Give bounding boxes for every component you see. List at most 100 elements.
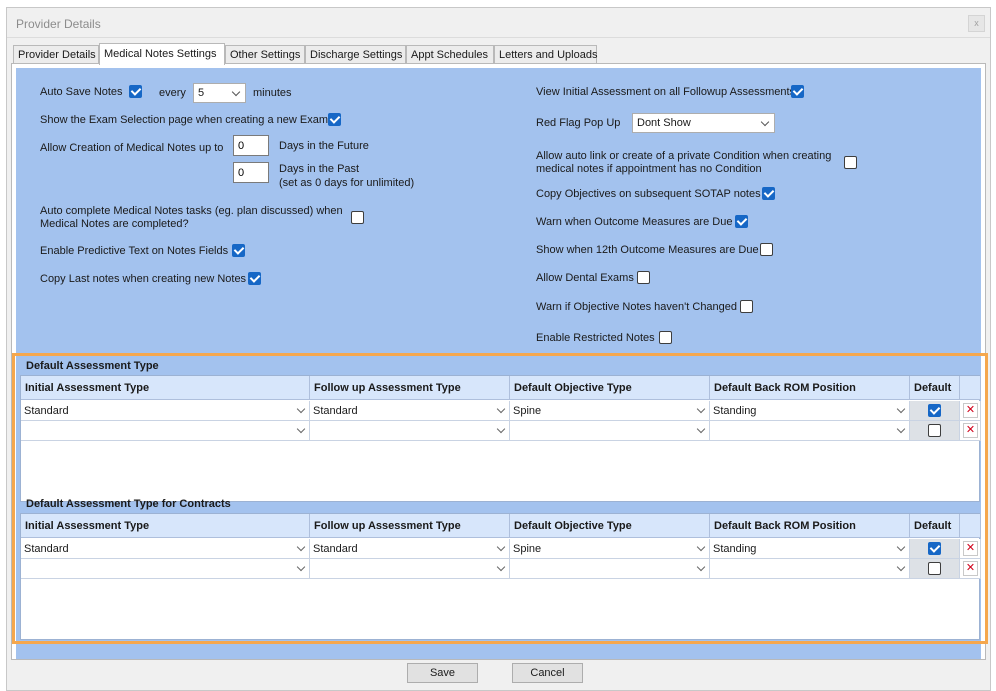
delete-cell: ✕ [960, 559, 981, 579]
chevron-down-icon [496, 562, 506, 572]
delete-column-header [960, 514, 981, 538]
initial-assessment-cell[interactable]: Standard [21, 539, 310, 559]
auto-complete-label-line2: Medical Notes are completed? [40, 218, 189, 230]
delete-cell: ✕ [960, 539, 981, 559]
view-initial-checkbox[interactable] [791, 85, 804, 98]
objective-type-cell[interactable]: Spine [510, 539, 710, 559]
tab-appt-schedules[interactable]: Appt Schedules [406, 45, 494, 64]
tab-discharge-settings[interactable]: Discharge Settings [305, 45, 406, 64]
settings-panel: Auto Save Notes every 5 minutes Show the… [16, 68, 981, 659]
exam-selection-label: Show the Exam Selection page when creati… [40, 114, 328, 126]
auto-save-checkbox[interactable] [129, 85, 142, 98]
cell-value: Standing [713, 405, 757, 417]
save-button[interactable]: Save [407, 663, 478, 683]
copy-last-label: Copy Last notes when creating new Notes [40, 273, 247, 285]
default-checkbox[interactable] [928, 542, 941, 555]
cell-value: Standing [713, 543, 757, 555]
default-cell [910, 539, 960, 559]
auto-save-label: Auto Save Notes [40, 86, 123, 98]
tab-medical-notes-settings[interactable]: Medical Notes Settings [99, 43, 225, 65]
objective-type-cell[interactable]: Spine [510, 401, 710, 421]
chevron-down-icon [296, 562, 306, 572]
copy-objectives-checkbox[interactable] [762, 187, 775, 200]
chevron-down-icon [496, 424, 506, 434]
auto-link-label-line2: medical notes if appointment has no Cond… [536, 163, 762, 175]
default-back-rom-position-header: Default Back ROM Position [710, 514, 910, 538]
followup-assessment-cell[interactable] [310, 421, 510, 441]
dental-exams-checkbox[interactable] [637, 271, 650, 284]
delete-row-icon[interactable]: ✕ [963, 541, 978, 556]
delete-row-icon[interactable]: ✕ [963, 403, 978, 418]
close-button[interactable]: x [968, 15, 985, 32]
back-rom-cell[interactable]: Standing [710, 539, 910, 559]
restricted-notes-checkbox[interactable] [659, 331, 672, 344]
default-column-header: Default [910, 514, 960, 538]
initial-assessment-cell[interactable]: Standard [21, 401, 310, 421]
chevron-down-icon [696, 424, 706, 434]
default-assessment-contracts-header: Default Assessment Type for Contracts [26, 498, 231, 510]
objective-type-cell[interactable] [510, 559, 710, 579]
chevron-down-icon [696, 562, 706, 572]
delete-column-header [960, 376, 981, 400]
auto-complete-label-line1: Auto complete Medical Notes tasks (eg. p… [40, 205, 343, 217]
warn-outcome-checkbox[interactable] [735, 215, 748, 228]
copy-objectives-label: Copy Objectives on subsequent SOTAP note… [536, 188, 761, 200]
default-column-header: Default [910, 376, 960, 400]
allow-creation-label: Allow Creation of Medical Notes up to [40, 142, 224, 154]
chevron-down-icon [296, 542, 306, 552]
auto-save-interval-select[interactable]: 5 [193, 83, 246, 103]
past-days-input[interactable] [233, 162, 269, 183]
show-12th-label: Show when 12th Outcome Measures are Due [536, 244, 759, 256]
show-12th-checkbox[interactable] [760, 243, 773, 256]
future-days-input[interactable] [233, 135, 269, 156]
restricted-notes-label: Enable Restricted Notes [536, 332, 655, 344]
default-checkbox[interactable] [928, 424, 941, 437]
back-rom-cell[interactable] [710, 421, 910, 441]
delete-row-icon[interactable]: ✕ [963, 423, 978, 438]
initial-assessment-type-header: Initial Assessment Type [21, 376, 310, 400]
chevron-down-icon [296, 404, 306, 414]
predictive-text-checkbox[interactable] [232, 244, 245, 257]
initial-assessment-type-header: Initial Assessment Type [21, 514, 310, 538]
cell-value: Spine [513, 405, 542, 417]
default-checkbox[interactable] [928, 404, 941, 417]
provider-details-window: Provider Details x Provider Details Medi… [6, 7, 991, 691]
exam-selection-checkbox[interactable] [328, 113, 341, 126]
default-back-rom-position-header: Default Back ROM Position [710, 376, 910, 400]
default-checkbox[interactable] [928, 562, 941, 575]
default-objective-type-header: Default Objective Type [510, 376, 710, 400]
followup-assessment-cell[interactable] [310, 559, 510, 579]
objective-type-cell[interactable] [510, 421, 710, 441]
tab-provider-details[interactable]: Provider Details [13, 45, 99, 64]
delete-row-icon[interactable]: ✕ [963, 561, 978, 576]
cancel-button[interactable]: Cancel [512, 663, 583, 683]
chevron-down-icon [896, 542, 906, 552]
cell-value: Standard [24, 543, 69, 555]
default-objective-type-header: Default Objective Type [510, 514, 710, 538]
past-days-hint: (set as 0 days for unlimited) [279, 177, 415, 189]
red-flag-value: Dont Show [637, 117, 691, 129]
followup-assessment-type-header: Follow up Assessment Type [310, 514, 510, 538]
red-flag-select[interactable]: Dont Show [632, 113, 775, 133]
tab-letters-and-uploads[interactable]: Letters and Uploads [494, 45, 597, 64]
warn-objective-checkbox[interactable] [740, 300, 753, 313]
future-days-label: Days in the Future [279, 140, 369, 152]
auto-complete-checkbox[interactable] [351, 211, 364, 224]
followup-assessment-cell[interactable]: Standard [310, 401, 510, 421]
initial-assessment-cell[interactable] [21, 559, 310, 579]
followup-assessment-cell[interactable]: Standard [310, 539, 510, 559]
followup-assessment-type-header: Follow up Assessment Type [310, 376, 510, 400]
copy-last-checkbox[interactable] [248, 272, 261, 285]
delete-cell: ✕ [960, 401, 981, 421]
default-assessment-contracts-grid: Initial Assessment Type Follow up Assessm… [20, 513, 981, 640]
window-title: Provider Details [16, 17, 101, 31]
back-rom-cell[interactable] [710, 559, 910, 579]
tab-other-settings[interactable]: Other Settings [225, 45, 305, 64]
back-rom-cell[interactable]: Standing [710, 401, 910, 421]
minutes-label: minutes [253, 87, 292, 99]
chevron-down-icon [231, 87, 241, 97]
auto-link-checkbox[interactable] [844, 156, 857, 169]
initial-assessment-cell[interactable] [21, 421, 310, 441]
default-cell [910, 421, 960, 441]
warn-objective-label: Warn if Objective Notes haven't Changed [536, 301, 738, 313]
